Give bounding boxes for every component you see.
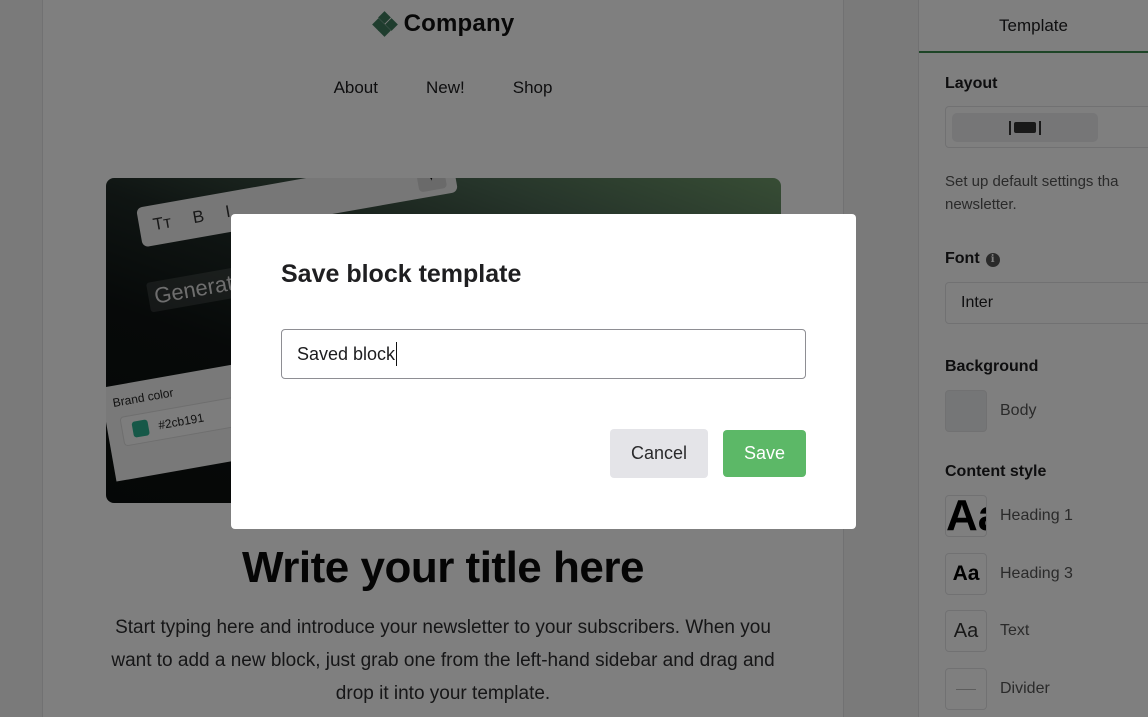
save-button[interactable]: Save [723,430,806,477]
save-block-template-dialog: Save block template Cancel Save [231,214,856,529]
cancel-button[interactable]: Cancel [610,429,708,478]
text-caret [396,342,398,366]
dialog-title: Save block template [281,260,522,288]
template-name-input[interactable] [281,329,806,379]
